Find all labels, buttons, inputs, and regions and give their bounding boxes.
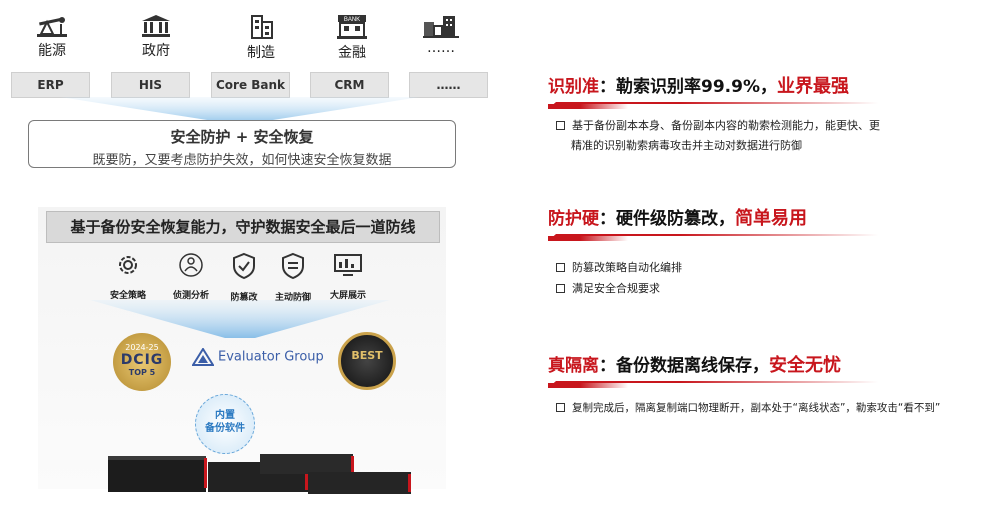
best-text: BEST — [351, 349, 383, 362]
industry-label: 能源 — [38, 43, 66, 59]
bullet-square-icon — [556, 283, 565, 293]
oil-pump-icon — [37, 17, 67, 37]
dcig-name: DCIG — [120, 352, 164, 368]
industry-label: 政府 — [142, 43, 170, 59]
detection-analysis-icon — [179, 253, 203, 277]
panel-heading: 基于备份安全恢复能力，守护数据安全最后一道防线 — [46, 211, 440, 243]
dcig-top5-badge: 2024-25 DCIG TOP 5 — [113, 333, 171, 391]
feature-security-policy: 安全策略 — [100, 252, 156, 301]
industry-label: 金融 — [338, 45, 366, 61]
globe-line1: 内置 — [215, 410, 235, 421]
dcig-rank: TOP 5 — [128, 368, 156, 377]
system-box-more: …… — [409, 72, 488, 98]
industry-label: …… — [427, 40, 455, 56]
triangle-logo-icon — [192, 348, 214, 366]
red-underline — [548, 234, 878, 241]
active-defense-shield-icon — [282, 252, 304, 280]
monitor-dashboard-icon — [334, 254, 362, 276]
globe-line2: 备份软件 — [205, 423, 245, 434]
point-text: ：备份数据离线保存， — [599, 356, 769, 376]
system-box-core-bank: Core Bank — [211, 72, 290, 98]
bullet-item: 复制完成后，隔离复制端口物理断开，副本处于“离线状态”，勒索攻击“看不到” — [556, 398, 940, 418]
city-buildings-icon — [423, 16, 459, 38]
point-heading: 真隔离：备份数据离线保存，安全无忧 — [548, 351, 998, 377]
point-key: 真隔离 — [548, 356, 599, 376]
bank-icon: BANK — [337, 15, 367, 39]
storage-servers-image — [108, 454, 411, 494]
bullet-item: 满足安全合规要求 — [556, 279, 660, 299]
bullet-continuation: 精准的识别勒索病毒攻击并主动对数据进行防御 — [571, 139, 802, 152]
bullet-item: 基于备份副本本身、备份副本内容的勒索检测能力，能更快、更 — [556, 116, 880, 136]
point-emphasis: 简单易用 — [735, 208, 807, 229]
point-key: 防护硬 — [548, 209, 599, 229]
system-box-crm: CRM — [310, 72, 389, 98]
bullet-square-icon — [556, 262, 565, 272]
point-hard-protection: 防护硬：硬件级防篡改，简单易用 — [548, 204, 998, 241]
bullet-square-icon — [556, 120, 565, 130]
feature-tamper-proof: 防篡改 — [216, 252, 272, 303]
feature-active-defense: 主动防御 — [265, 252, 321, 303]
bullet-text: 基于备份副本本身、备份副本内容的勒索检测能力，能更快、更 — [572, 119, 880, 132]
evaluator-group-logo: Evaluator Group — [192, 348, 324, 366]
system-box-his: HIS — [111, 72, 190, 98]
security-subtitle: 既要防，又要考虑防护失效，如何快速安全恢复数据 — [92, 153, 392, 168]
point-emphasis: 安全无忧 — [769, 355, 841, 376]
industry-more: …… — [401, 14, 481, 56]
best-award-badge: BEST — [338, 332, 396, 390]
red-underline — [548, 102, 878, 109]
feature-detection: 侦测分析 — [163, 252, 219, 301]
industry-government: 政府 — [116, 14, 196, 60]
glow-fan — [60, 97, 420, 122]
bullet-text: 满足安全合规要求 — [572, 282, 660, 295]
gear-icon — [119, 256, 137, 274]
bullet-text: 防篡改策略自动化编排 — [572, 261, 682, 274]
point-key: 识别准 — [548, 77, 599, 97]
bullet-item: 防篡改策略自动化编排 — [556, 258, 682, 278]
evaluator-text: Evaluator Group — [218, 349, 324, 365]
point-text: ：硬件级防篡改， — [599, 209, 735, 229]
point-true-isolation: 真隔离：备份数据离线保存，安全无忧 — [548, 351, 998, 388]
dcig-year: 2024-25 — [125, 343, 159, 352]
builtin-backup-software-globe: 内置 备份软件 — [195, 394, 255, 454]
point-text: ：勒索识别率99.9%， — [599, 77, 777, 97]
point-emphasis: 业界最强 — [776, 76, 849, 97]
bullet-text: 复制完成后，隔离复制端口物理断开，副本处于“离线状态”，勒索攻击“看不到” — [572, 402, 941, 414]
bullet-square-icon — [556, 402, 565, 412]
industry-finance: BANK 金融 — [312, 14, 392, 62]
government-building-icon — [142, 15, 170, 37]
system-box-erp: ERP — [11, 72, 90, 98]
security-summary-box: 安全防护 + 安全恢复 既要防，又要考虑防护失效，如何快速安全恢复数据 — [28, 120, 456, 168]
point-heading: 识别准：勒索识别率99.9%，业界最强 — [548, 72, 998, 98]
industry-manufacturing: 制造 — [221, 14, 301, 62]
red-underline — [548, 381, 878, 388]
industry-label: 制造 — [247, 45, 275, 61]
point-heading: 防护硬：硬件级防篡改，简单易用 — [548, 204, 998, 230]
factory-icon — [251, 15, 273, 39]
feature-dashboard: 大屏展示 — [320, 252, 376, 301]
industry-energy: 能源 — [12, 14, 92, 60]
shield-icon — [233, 252, 255, 280]
point-accurate-detection: 识别准：勒索识别率99.9%，业界最强 — [548, 72, 998, 109]
security-title: 安全防护 + 安全恢复 — [170, 128, 314, 146]
